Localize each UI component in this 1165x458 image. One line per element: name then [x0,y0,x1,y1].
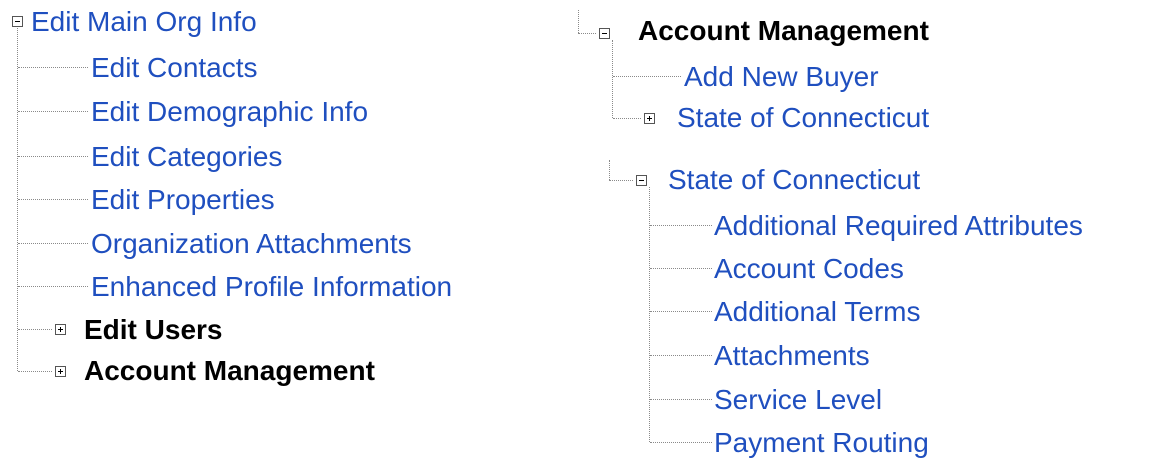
tree-connector [578,33,596,34]
tree-connector [613,118,641,119]
tree-item-service-level[interactable]: Service Level [714,386,882,414]
expand-icon[interactable] [55,324,66,335]
collapse-icon[interactable] [12,16,23,27]
tree-connector [650,311,712,312]
tree-connector [650,399,712,400]
tree-connector [18,156,88,157]
tree-connector [650,442,712,443]
tree-item-organization-attachments[interactable]: Organization Attachments [91,230,412,258]
tree-connector [18,286,88,287]
collapse-icon[interactable] [636,175,647,186]
tree-item-additional-terms[interactable]: Additional Terms [714,298,920,326]
tree-item-payment-routing[interactable]: Payment Routing [714,429,929,457]
tree-item-account-codes[interactable]: Account Codes [714,255,904,283]
tree-item-edit-users[interactable]: Edit Users [84,316,223,344]
tree-connector [609,180,633,181]
tree-item-edit-main-org-info[interactable]: Edit Main Org Info [31,8,257,36]
tree-connector [650,268,712,269]
tree-connector [650,225,712,226]
tree-connector [578,10,579,33]
tree-connector [18,67,88,68]
tree-connector [609,160,610,180]
tree-item-additional-required-attributes[interactable]: Additional Required Attributes [714,212,1083,240]
expand-icon[interactable] [55,366,66,377]
tree-item-state-of-connecticut-root[interactable]: State of Connecticut [668,166,920,194]
tree-item-account-management-root[interactable]: Account Management [638,17,929,45]
tree-connector [650,355,712,356]
tree-connector [613,76,681,77]
collapse-icon[interactable] [599,28,610,39]
tree-item-account-management[interactable]: Account Management [84,357,375,385]
tree-item-attachments[interactable]: Attachments [714,342,870,370]
tree-connector [18,199,88,200]
tree-connector [18,371,52,372]
tree-connector [18,243,88,244]
expand-icon[interactable] [644,113,655,124]
tree-item-edit-demographic-info[interactable]: Edit Demographic Info [91,98,368,126]
tree-connector [18,329,52,330]
tree-item-edit-properties[interactable]: Edit Properties [91,186,275,214]
tree-connector [18,111,88,112]
tree-connector [612,40,613,118]
tree-item-edit-categories[interactable]: Edit Categories [91,143,282,171]
tree-item-enhanced-profile-information[interactable]: Enhanced Profile Information [91,273,452,301]
tree-item-add-new-buyer[interactable]: Add New Buyer [684,63,879,91]
tree-item-edit-contacts[interactable]: Edit Contacts [91,54,258,82]
tree-item-state-of-connecticut[interactable]: State of Connecticut [677,104,929,132]
